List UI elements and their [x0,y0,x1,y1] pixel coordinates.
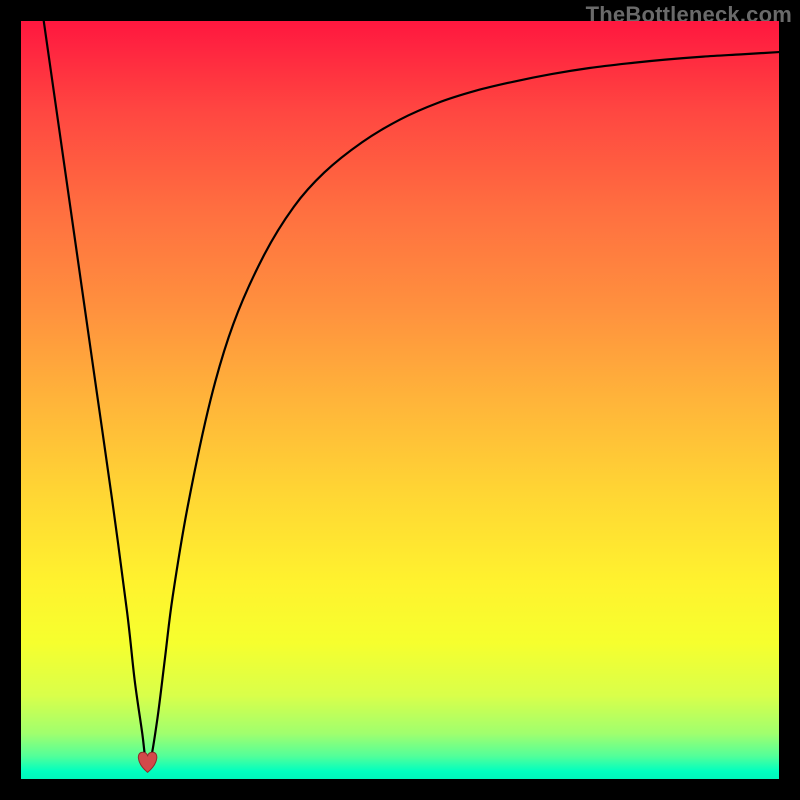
chart-svg [21,21,779,779]
optimum-marker-heart [138,752,156,772]
chart-plot-area [21,21,779,779]
bottleneck-curve [44,21,779,769]
